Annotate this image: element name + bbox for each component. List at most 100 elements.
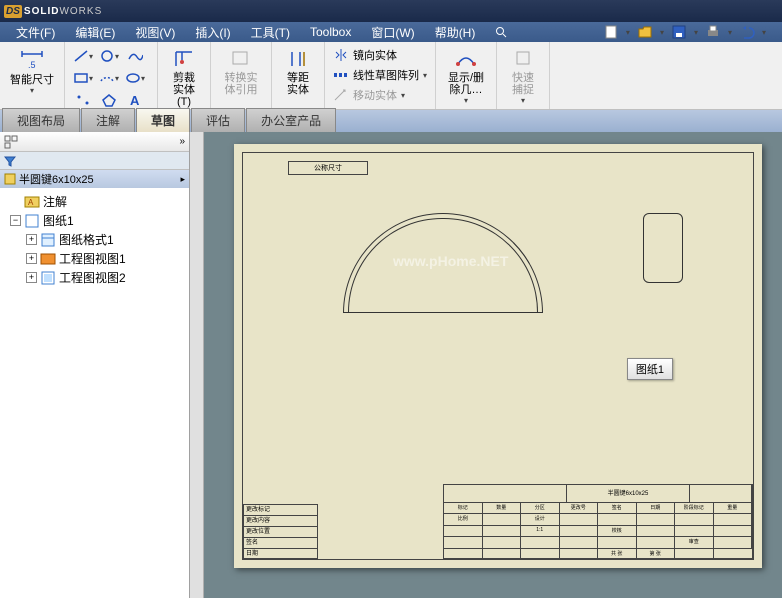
menu-insert[interactable]: 插入(I)	[185, 22, 240, 43]
tb-cell	[714, 514, 753, 525]
tab-sketch[interactable]: 草图	[136, 108, 190, 132]
config-icon[interactable]	[4, 135, 18, 149]
expand-icon[interactable]: +	[26, 234, 37, 245]
tree-drawing-view2[interactable]: + 工程图视图2	[2, 268, 187, 287]
tb-empty	[690, 485, 752, 502]
point-icon[interactable]	[73, 92, 93, 108]
title-block-table: 半圆键6x10x25 标记数量分区更改号签名日期阶段标记重量比例设计1:1校核审…	[443, 484, 753, 559]
pattern-icon	[333, 68, 349, 82]
format-icon	[40, 233, 56, 247]
tb-cell: 阶段标记	[675, 503, 714, 514]
rev-cell: 日期	[243, 548, 318, 559]
quick-access-toolbar: ▾ ▾ ▾ ▾ ▾	[602, 23, 776, 41]
rev-cell: 更改标记	[243, 504, 318, 515]
circle-icon[interactable]: ▾	[99, 48, 119, 64]
panel-expand-icon[interactable]: »	[179, 136, 185, 147]
svg-text:A: A	[28, 198, 34, 207]
tb-cell	[637, 537, 676, 548]
tb-cell: 重量	[714, 503, 753, 514]
ruler-gutter	[190, 132, 204, 598]
tab-annotate[interactable]: 注解	[81, 108, 135, 132]
mirror-entities-button[interactable]: 镜向实体	[331, 46, 429, 64]
menu-file[interactable]: 文件(F)	[6, 22, 65, 43]
tree-root-label: 半圆键6x10x25	[19, 171, 94, 187]
ellipse-icon[interactable]: ▾	[125, 70, 145, 86]
tb-cell	[483, 549, 522, 560]
tb-cell: 第 张	[637, 549, 676, 560]
offset-icon	[286, 48, 310, 70]
tab-office[interactable]: 办公室产品	[246, 108, 336, 132]
collapse-icon[interactable]: −	[10, 215, 21, 226]
tb-cell	[598, 514, 637, 525]
dimension-icon: .5	[18, 48, 46, 72]
tab-view-layout[interactable]: 视图布局	[2, 108, 80, 132]
view-icon	[40, 252, 56, 266]
drawing-icon	[4, 173, 16, 185]
rect-geometry[interactable]	[643, 213, 683, 283]
arc-icon[interactable]: ▾	[99, 70, 119, 86]
graphics-area[interactable]: 公称尺寸 www.pHome.NET 图纸1 更改标记 更改内容 更改位置 签名…	[204, 132, 782, 598]
svg-text:.5: .5	[28, 60, 36, 70]
menu-view[interactable]: 视图(V)	[125, 22, 185, 43]
show-delete-relations-button[interactable]: 显示/删除几… ▾	[442, 46, 490, 107]
tb-part-name: 半圆键6x10x25	[567, 485, 690, 502]
feature-manager-panel: » 半圆键6x10x25 ▸ A 注解 − 图纸1 +	[0, 132, 190, 598]
menu-window[interactable]: 窗口(W)	[361, 22, 424, 43]
filter-bar[interactable]	[0, 152, 189, 170]
menu-tools[interactable]: 工具(T)	[241, 22, 300, 43]
tab-evaluate[interactable]: 评估	[191, 108, 245, 132]
menu-help[interactable]: 帮助(H)	[425, 22, 486, 43]
line-icon[interactable]: ▾	[73, 48, 93, 64]
arc-geometry[interactable]	[343, 213, 543, 313]
smart-dimension-button[interactable]: .5 智能尺寸 ▾	[6, 46, 58, 97]
menu-edit[interactable]: 编辑(E)	[65, 22, 125, 43]
menu-toolbox[interactable]: Toolbox	[300, 23, 361, 41]
title-bar: DS SOLIDWORKS	[0, 0, 782, 22]
polygon-icon[interactable]	[99, 92, 119, 108]
rev-cell: 更改位置	[243, 526, 318, 537]
logo-ds-icon: DS	[4, 5, 22, 18]
move-entities-button[interactable]: 移动实体▾	[331, 86, 429, 104]
sheet-label-button[interactable]: 图纸1	[627, 358, 673, 380]
tree-sheet-format[interactable]: + 图纸格式1	[2, 230, 187, 249]
text-icon[interactable]: A	[125, 92, 145, 108]
tb-cell: 共 张	[598, 549, 637, 560]
linear-pattern-button[interactable]: 线性草图阵列▾	[331, 66, 429, 84]
tb-cell	[483, 526, 522, 537]
search-icon[interactable]	[485, 24, 517, 40]
app-logo: DS SOLIDWORKS	[4, 5, 102, 18]
graphics-area-wrap: 公称尺寸 www.pHome.NET 图纸1 更改标记 更改内容 更改位置 签名…	[190, 132, 782, 598]
menu-bar: 文件(F) 编辑(E) 视图(V) 插入(I) 工具(T) Toolbox 窗口…	[0, 22, 782, 42]
rev-cell: 更改内容	[243, 515, 318, 526]
tb-cell: 1:1	[521, 526, 560, 537]
filter-icon	[4, 155, 16, 167]
tree-sheet1[interactable]: − 图纸1	[2, 211, 187, 230]
spline-icon[interactable]	[125, 48, 145, 64]
logo-works: WORKS	[59, 6, 102, 17]
view-icon	[40, 271, 56, 285]
tb-cell	[444, 537, 483, 548]
quick-snaps-button[interactable]: 快速捕捉 ▾	[503, 46, 543, 107]
tb-cell	[675, 549, 714, 560]
expand-icon[interactable]: +	[26, 272, 37, 283]
offset-entities-button[interactable]: 等距实体	[278, 46, 318, 98]
tb-cell	[483, 514, 522, 525]
tb-cell: 设计	[521, 514, 560, 525]
tb-cell	[560, 549, 599, 560]
snap-icon	[511, 48, 535, 70]
rectangle-icon[interactable]: ▾	[73, 70, 93, 86]
tb-cell: 日期	[637, 503, 676, 514]
tree-arrow-icon[interactable]: ▸	[180, 174, 185, 185]
print-icon[interactable]	[704, 23, 722, 41]
undo-icon[interactable]	[738, 23, 756, 41]
tb-cell	[444, 549, 483, 560]
save-icon[interactable]	[670, 23, 688, 41]
tree-drawing-view1[interactable]: + 工程图视图1	[2, 249, 187, 268]
open-icon[interactable]	[636, 23, 654, 41]
convert-entities-button[interactable]: 转换实体引用	[217, 46, 265, 98]
drawing-sheet[interactable]: 公称尺寸 www.pHome.NET 图纸1 更改标记 更改内容 更改位置 签名…	[234, 144, 762, 568]
expand-icon[interactable]: +	[26, 253, 37, 264]
tb-cell	[521, 537, 560, 548]
tree-annotations[interactable]: A 注解	[2, 192, 187, 211]
new-doc-icon[interactable]	[602, 23, 620, 41]
